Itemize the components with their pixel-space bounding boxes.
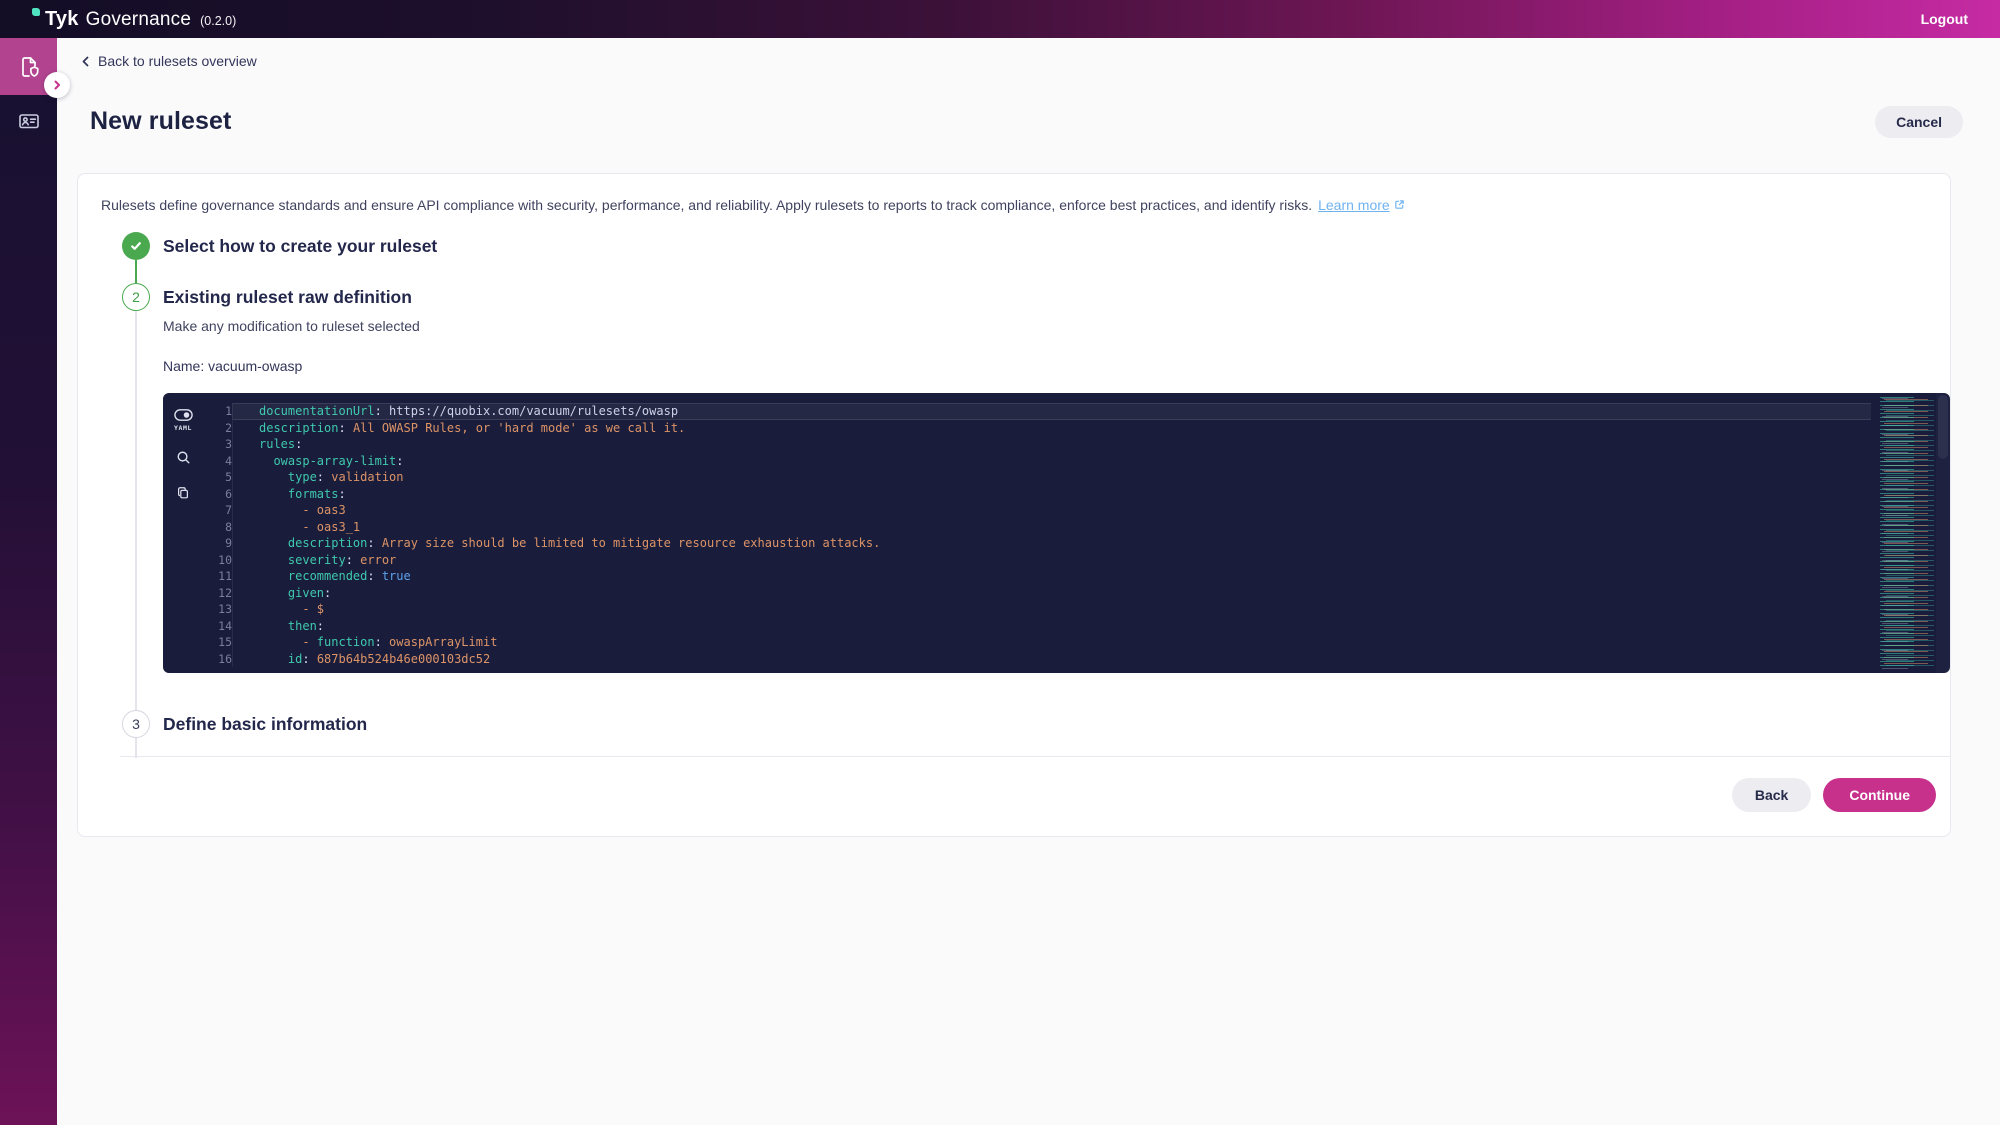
code-line[interactable]: 5 type: validation <box>163 469 1871 486</box>
top-bar: Tyk Governance (0.2.0) Logout <box>0 0 2000 38</box>
line-content: - function: owaspArrayLimit <box>232 634 1871 651</box>
preview-toggle-icon[interactable] <box>174 409 193 421</box>
wizard-stepper: Select how to create your ruleset 2 Exis… <box>122 232 1950 738</box>
code-line[interactable]: 12 given: <box>163 585 1871 602</box>
learn-more-label: Learn more <box>1318 196 1390 215</box>
ruleset-name-label: Name: vacuum-owasp <box>163 358 1950 374</box>
yaml-code-editor[interactable]: YAML 1documentationUrl: https://quobix.c… <box>163 393 1950 673</box>
chevron-left-icon <box>80 55 91 68</box>
step1-title: Select how to create your ruleset <box>163 232 437 260</box>
code-line[interactable]: 15 - function: owaspArrayLimit <box>163 634 1871 651</box>
wizard-footer: Back Continue <box>78 757 1950 836</box>
step2-number-circle: 2 <box>122 283 150 311</box>
line-content: given: <box>232 585 1871 602</box>
copy-icon[interactable] <box>176 486 190 500</box>
line-content: - oas3 <box>232 502 1871 519</box>
step2-body: Existing ruleset raw definition Make any… <box>163 283 1950 673</box>
back-link-label: Back to rulesets overview <box>98 53 257 69</box>
line-content: formats: <box>232 486 1871 503</box>
back-button[interactable]: Back <box>1732 778 1811 812</box>
step2-title: Existing ruleset raw definition <box>163 283 1950 311</box>
cancel-button[interactable]: Cancel <box>1875 106 1963 138</box>
main-content: Back to rulesets overview New ruleset Ca… <box>57 38 2000 1125</box>
brand-product: Governance <box>86 9 192 31</box>
step2-subtitle: Make any modification to ruleset selecte… <box>163 318 1950 334</box>
line-content: rules: <box>232 436 1871 453</box>
line-content: - $ <box>232 601 1871 618</box>
line-content: - oas3_1 <box>232 519 1871 536</box>
page-title: New ruleset <box>90 107 231 136</box>
code-line[interactable]: 8 - oas3_1 <box>163 519 1871 536</box>
line-content: recommended: true <box>232 568 1871 585</box>
minimap[interactable] <box>1876 397 1934 669</box>
logout-button[interactable]: Logout <box>1921 11 1968 27</box>
line-content: description: Array size should be limite… <box>232 535 1871 552</box>
external-link-icon <box>1394 199 1405 210</box>
code-lines[interactable]: 1documentationUrl: https://quobix.com/va… <box>163 393 1871 667</box>
line-content: owasp-array-limit: <box>232 453 1871 470</box>
code-line[interactable]: 4 owasp-array-limit: <box>163 453 1871 470</box>
editor-gutter: YAML <box>163 393 203 673</box>
sidebar-expand-button[interactable] <box>44 72 70 98</box>
brand-logo: Tyk Governance (0.2.0) <box>32 8 236 31</box>
sidebar-item-contacts[interactable] <box>0 95 57 147</box>
search-icon[interactable] <box>176 450 191 465</box>
line-content: documentationUrl: https://quobix.com/vac… <box>232 403 1871 420</box>
ruleset-wizard-card: Rulesets define governance standards and… <box>77 173 1951 838</box>
code-line[interactable]: 3rules: <box>163 436 1871 453</box>
back-row: Back to rulesets overview <box>57 38 2000 73</box>
id-card-icon <box>17 109 41 133</box>
stepper-rail-complete <box>135 260 137 283</box>
check-icon <box>129 239 143 253</box>
continue-button[interactable]: Continue <box>1823 778 1936 812</box>
code-line[interactable]: 13 - $ <box>163 601 1871 618</box>
intro-paragraph: Rulesets define governance standards and… <box>78 174 1950 215</box>
code-line[interactable]: 10 severity: error <box>163 552 1871 569</box>
line-content: severity: error <box>232 552 1871 569</box>
page-header: New ruleset Cancel <box>90 106 1963 138</box>
line-content: then: <box>232 618 1871 635</box>
code-line[interactable]: 6 formats: <box>163 486 1871 503</box>
line-content: description: All OWASP Rules, or 'hard m… <box>232 420 1871 437</box>
code-line[interactable]: 1documentationUrl: https://quobix.com/va… <box>163 403 1871 420</box>
sidebar <box>0 38 57 1125</box>
back-to-rulesets-link[interactable]: Back to rulesets overview <box>80 53 257 69</box>
code-line[interactable]: 11 recommended: true <box>163 568 1871 585</box>
language-badge: YAML <box>174 424 192 432</box>
tyk-leaf-icon <box>32 8 40 16</box>
step3-number-circle: 3 <box>122 710 150 738</box>
step-raw-definition: 2 Existing ruleset raw definition Make a… <box>122 283 1950 673</box>
step1-check-circle <box>122 232 150 260</box>
step-select-method: Select how to create your ruleset <box>122 232 1950 260</box>
code-line[interactable]: 2description: All OWASP Rules, or 'hard … <box>163 420 1871 437</box>
learn-more-link[interactable]: Learn more <box>1318 196 1405 215</box>
line-content: type: validation <box>232 469 1871 486</box>
document-shield-icon <box>17 55 41 79</box>
code-line[interactable]: 14 then: <box>163 618 1871 635</box>
step3-title: Define basic information <box>163 710 367 738</box>
app-version: (0.2.0) <box>200 14 236 28</box>
code-line[interactable]: 16 id: 687b64b524b46e000103dc52 <box>163 651 1871 668</box>
intro-text: Rulesets define governance standards and… <box>101 197 1312 213</box>
step-basic-information: 3 Define basic information <box>122 710 1950 738</box>
editor-scrollbar[interactable] <box>1936 393 1950 673</box>
brand-name: Tyk <box>45 8 79 31</box>
code-line[interactable]: 7 - oas3 <box>163 502 1871 519</box>
line-content: id: 687b64b524b46e000103dc52 <box>232 651 1871 668</box>
code-line[interactable]: 9 description: Array size should be limi… <box>163 535 1871 552</box>
scrollbar-thumb[interactable] <box>1938 395 1948 459</box>
